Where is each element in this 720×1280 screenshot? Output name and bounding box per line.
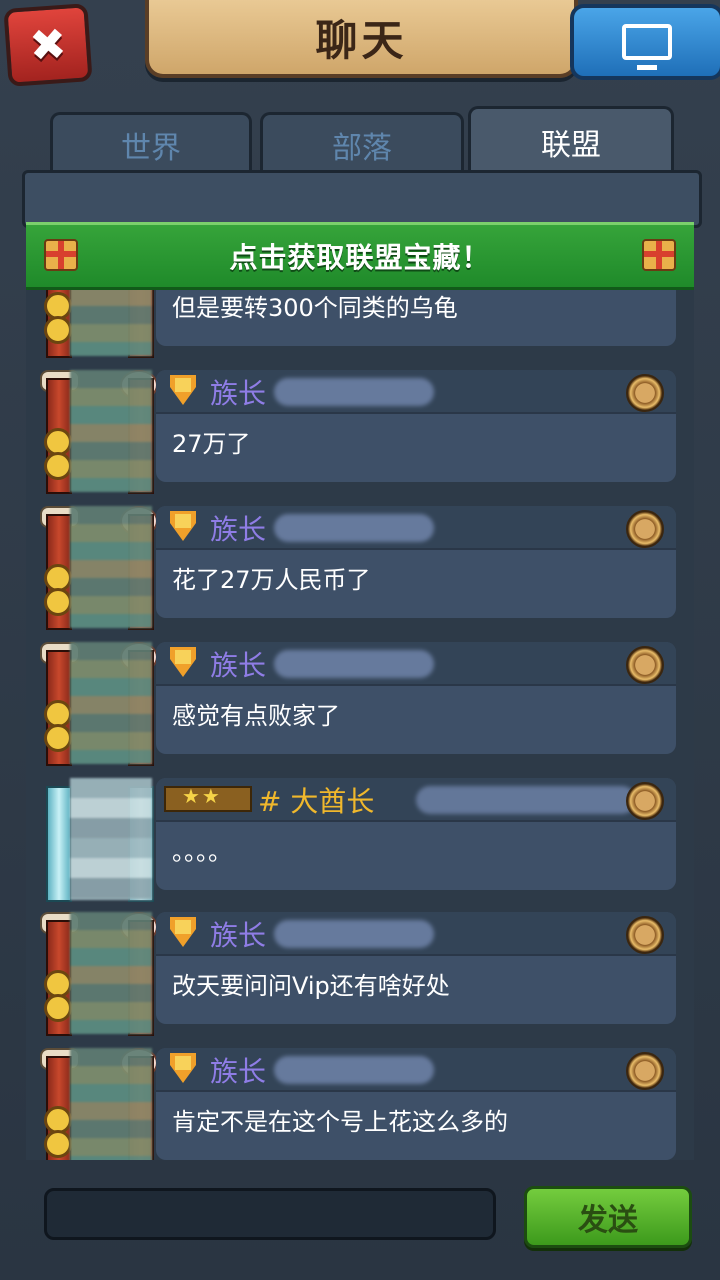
tab-tribe[interactable]: 部落: [260, 112, 464, 175]
gift-icon: [44, 239, 78, 271]
avatar[interactable]: [70, 1048, 152, 1160]
sender-bar: 族长: [156, 642, 676, 686]
sender-bar: 族长: [156, 912, 676, 956]
chat-window: ✖ 聊天 世界 部落 联盟 点击获取联盟宝藏！ 族长: [0, 0, 720, 1280]
avatar[interactable]: [70, 506, 152, 628]
tab-label: 联盟: [541, 128, 601, 163]
message-bubble: 族长 但是要转300个同类的乌龟: [156, 284, 676, 346]
sender-rank[interactable]: 族长: [210, 372, 266, 412]
sender-name-redacted: [274, 378, 434, 406]
monitor-icon: [622, 24, 672, 70]
chat-messages[interactable]: 族长 但是要转300个同类的乌龟 族长 27万了: [26, 284, 694, 1160]
trophy-icon: [626, 1052, 664, 1090]
message-text: 花了27万人民币了: [172, 566, 371, 594]
chat-input[interactable]: [44, 1188, 496, 1240]
message-bubble: 族长 感觉有点败家了: [156, 642, 676, 754]
message-bubble: 族长 改天要问问Vip还有啥好处: [156, 912, 676, 1024]
message-text: 改天要问问Vip还有啥好处: [172, 972, 450, 1000]
chat-message: 族长 改天要问问Vip还有啥好处: [26, 912, 694, 1036]
message-bubble: 族长 花了27万人民币了: [156, 506, 676, 618]
rank-badge-icon: [170, 511, 196, 541]
avatar[interactable]: [70, 370, 152, 492]
page-title: 聊天: [315, 15, 408, 65]
chat-message: 族长 但是要转300个同类的乌龟: [26, 284, 694, 358]
star-rank-badge: ★★: [164, 784, 252, 812]
chat-message: 族长 27万了: [26, 370, 694, 494]
alliance-treasure-banner[interactable]: 点击获取联盟宝藏！: [26, 222, 694, 290]
avatar[interactable]: [70, 912, 152, 1034]
send-button-label: 发送: [578, 1203, 638, 1238]
message-text: 感觉有点败家了: [172, 702, 340, 730]
display-button[interactable]: [570, 4, 720, 80]
send-button[interactable]: 发送: [524, 1186, 692, 1248]
message-text: 。。。。: [172, 838, 232, 866]
sender-bar: 族长: [156, 370, 676, 414]
message-text: 但是要转300个同类的乌龟: [172, 294, 458, 322]
rank-badge-icon: [170, 647, 196, 677]
trophy-icon: [626, 646, 664, 684]
chat-message: 族长 花了27万人民币了: [26, 506, 694, 630]
trophy-icon: [626, 782, 664, 820]
title-banner: 聊天: [145, 0, 578, 78]
stars-icon: ★★: [182, 784, 222, 808]
rank-badge-icon: [170, 1053, 196, 1083]
close-icon: ✖: [27, 18, 69, 72]
message-bubble: 族长 27万了: [156, 370, 676, 482]
sender-name[interactable]: # 大酋长: [258, 780, 374, 820]
close-button[interactable]: ✖: [3, 3, 93, 87]
sender-name-redacted: [274, 514, 434, 542]
trophy-icon: [626, 916, 664, 954]
message-text: 肯定不是在这个号上花这么多的: [172, 1108, 508, 1136]
tab-alliance[interactable]: 联盟: [468, 106, 674, 175]
tab-world[interactable]: 世界: [50, 112, 252, 175]
sender-rank[interactable]: 族长: [210, 1050, 266, 1090]
avatar[interactable]: [70, 642, 152, 764]
sender-bar: 族长: [156, 1048, 676, 1092]
sender-name-redacted: [274, 1056, 434, 1084]
avatar[interactable]: [70, 778, 152, 900]
trophy-icon: [626, 374, 664, 412]
message-text: 27万了: [172, 430, 251, 458]
gift-icon: [642, 239, 676, 271]
tab-label: 世界: [121, 131, 181, 166]
chat-message: 族长 感觉有点败家了: [26, 642, 694, 766]
sender-bar: 族长: [156, 506, 676, 550]
sender-rank[interactable]: 族长: [210, 644, 266, 684]
message-bubble: ★★ # 大酋长 。。。。: [156, 778, 676, 890]
tab-content-header: [22, 170, 702, 228]
message-bubble: 族长 肯定不是在这个号上花这么多的: [156, 1048, 676, 1160]
sender-bar: ★★ # 大酋长: [156, 778, 676, 822]
sender-rank[interactable]: 族长: [210, 508, 266, 548]
sender-rank[interactable]: 族长: [210, 914, 266, 954]
avatar[interactable]: [70, 284, 152, 356]
rank-badge-icon: [170, 375, 196, 405]
rank-badge-icon: [170, 917, 196, 947]
sender-name-redacted: [274, 920, 434, 948]
sender-name-redacted: [274, 650, 434, 678]
trophy-icon: [626, 510, 664, 548]
tab-label: 部落: [332, 131, 392, 166]
banner-text: 点击获取联盟宝藏！: [229, 241, 491, 274]
chat-message: 族长 肯定不是在这个号上花这么多的: [26, 1048, 694, 1160]
chat-message: ★★ # 大酋长 。。。。: [26, 778, 694, 902]
sender-name-redacted: [416, 786, 636, 814]
